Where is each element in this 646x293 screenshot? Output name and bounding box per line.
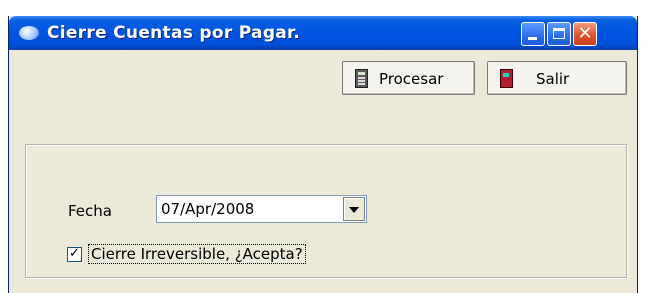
salir-button[interactable]: Salir <box>487 61 627 95</box>
salir-label: Salir <box>536 70 570 88</box>
close-icon: ✕ <box>577 23 593 44</box>
calculator-icon <box>355 69 368 88</box>
door-icon <box>500 69 513 88</box>
chevron-down-icon[interactable] <box>343 197 365 221</box>
minimize-button[interactable] <box>521 22 545 46</box>
app-icon <box>19 26 39 40</box>
irreversible-checkbox-label[interactable]: Cierre Irreversible, ¿Acepta? <box>88 244 306 264</box>
fecha-date-picker[interactable]: 07/Apr/2008 <box>156 195 367 223</box>
close-button[interactable]: ✕ <box>573 22 597 46</box>
minimize-icon <box>528 37 537 40</box>
procesar-button[interactable]: Procesar <box>342 61 475 95</box>
maximize-icon <box>553 28 565 39</box>
irreversible-checkbox[interactable]: ✓ <box>67 247 82 262</box>
form-groupbox: Fecha 07/Apr/2008 ✓ Cierre Irreversible,… <box>25 144 627 278</box>
maximize-button[interactable] <box>547 22 571 46</box>
dialog-window: Cierre Cuentas por Pagar. ✕ Procesar Sal… <box>8 16 638 293</box>
fecha-label: Fecha <box>68 202 112 220</box>
window-title: Cierre Cuentas por Pagar. <box>47 23 301 43</box>
procesar-label: Procesar <box>379 70 444 88</box>
fecha-value[interactable]: 07/Apr/2008 <box>161 200 254 218</box>
title-bar[interactable]: Cierre Cuentas por Pagar. ✕ <box>9 16 637 50</box>
